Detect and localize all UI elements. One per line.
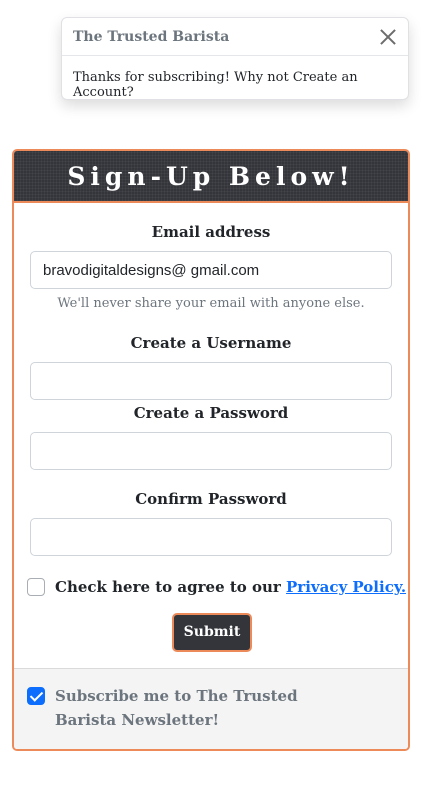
email-help-text: We'll never share your email with anyone… [57,296,365,311]
signup-card: Sign-Up Below! Email address We'll never… [12,149,410,751]
toast-message: Thanks for subscribing! Why not Create a… [73,70,358,100]
privacy-policy-link[interactable]: Privacy Policy. [286,578,406,596]
privacy-agree-checkbox[interactable] [27,578,45,596]
card-header: Sign-Up Below! [14,151,408,203]
username-field[interactable] [30,362,392,400]
email-label: Email address [151,223,271,241]
confirm-password-field[interactable] [30,518,392,556]
close-icon[interactable] [379,28,397,46]
newsletter-label: Subscribe me to The Trusted Barista News… [55,687,298,729]
submit-button[interactable]: Submit [172,613,252,652]
confirm-password-label: Confirm Password [135,490,287,508]
toast-header: The Trusted Barista [62,18,408,56]
privacy-agree-text: Check here to agree to our [55,578,287,596]
privacy-agree-label: Check here to agree to our Privacy Polic… [55,578,406,596]
card-title: Sign-Up Below! [67,161,355,191]
newsletter-checkbox[interactable] [27,687,45,705]
toast-notification: The Trusted Barista Thanks for subscribi… [61,17,409,100]
newsletter-row: Subscribe me to The Trusted Barista News… [27,684,355,732]
toast-title: The Trusted Barista [73,28,230,45]
privacy-agree-row: Check here to agree to our Privacy Polic… [27,578,406,596]
password-field[interactable] [30,432,392,470]
newsletter-footer: Subscribe me to The Trusted Barista News… [14,668,408,749]
username-label: Create a Username [130,334,292,352]
email-field[interactable] [30,251,392,289]
password-label: Create a Password [133,404,289,422]
